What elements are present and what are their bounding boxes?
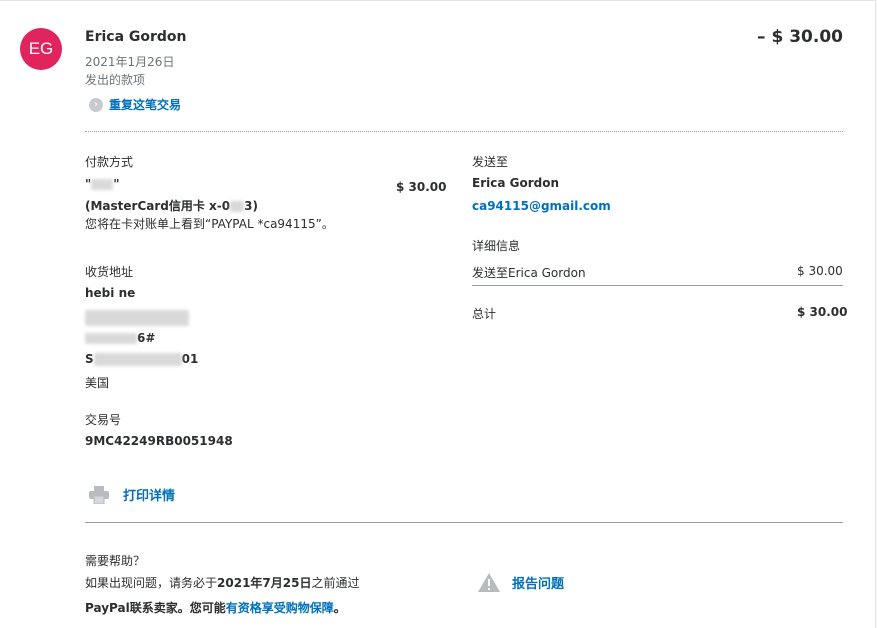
recipient-name: Erica Gordon: [472, 176, 560, 190]
statement-note: 您将在卡对账单上看到“PAYPAL *ca94115”。: [85, 217, 334, 231]
help-line-1: 如果出现问题，请务必于2021年7月25日之前通过: [85, 574, 359, 591]
payment-method-label: 付款方式: [85, 155, 134, 169]
transaction-id-label: 交易号: [85, 413, 122, 427]
sent-to-label: 发送至: [472, 155, 509, 169]
payment-source-suffix: ": [113, 177, 120, 191]
help-title: 需要帮助？: [85, 554, 146, 568]
redacted-text: [93, 353, 182, 366]
transaction-details-panel: EG Erica Gordon 2021年1月26日 发出的款项 – $ 30.…: [0, 0, 876, 628]
details-line-label: 发送至Erica Gordon: [472, 266, 586, 280]
card-info-prefix: (MasterCard信用卡 x-0: [85, 199, 231, 213]
address-line-4-prefix: S: [85, 352, 94, 366]
print-details-label: 打印详情: [123, 489, 176, 504]
help-line-1-tail: 之前通过: [311, 576, 360, 590]
transaction-type: 发出的款项: [85, 73, 146, 87]
warning-icon: [478, 573, 500, 592]
redacted-text: [230, 201, 245, 212]
transaction-date: 2021年1月26日: [85, 55, 175, 69]
details-divider: [472, 285, 843, 286]
address-line-4: S 01: [85, 352, 198, 366]
chevron-right-icon: ›: [89, 97, 103, 112]
repeat-transaction-label: 重复这笔交易: [109, 98, 182, 112]
help-deadline-date: 2021年7月25日: [217, 576, 312, 590]
redacted-text: [85, 309, 189, 326]
repeat-transaction-link[interactable]: › 重复这笔交易: [89, 96, 181, 113]
total-amount: $ 30.00: [797, 305, 848, 319]
payment-source: " ": [85, 177, 120, 191]
transaction-amount: – $ 30.00: [757, 27, 843, 47]
printer-icon: [89, 485, 109, 504]
details-label: 详细信息: [472, 239, 521, 253]
counterparty-name: Erica Gordon: [85, 29, 187, 45]
address-line-4-suffix: 01: [181, 352, 199, 366]
address-line-3-suffix: 6#: [137, 331, 156, 345]
section-divider: [85, 131, 843, 132]
address-country: 美国: [85, 376, 110, 390]
avatar: EG: [20, 28, 62, 70]
redacted-text: [85, 333, 137, 344]
help-line-2-text: PayPal联系卖家。您可能: [85, 601, 226, 615]
card-info-suffix: 3): [244, 199, 258, 213]
help-line-2-tail: 。: [333, 601, 346, 615]
help-line-1-text: 如果出现问题，请务必于: [85, 576, 218, 590]
shipping-address-label: 收货地址: [85, 265, 134, 279]
purchase-protection-link[interactable]: 有资格享受购物保障: [226, 601, 334, 615]
payment-amount: $ 30.00: [396, 180, 447, 194]
footer-divider: [85, 522, 843, 523]
address-line-3: 6#: [85, 331, 155, 345]
report-problem-link[interactable]: 报告问题: [478, 573, 564, 592]
redacted-text: [91, 179, 114, 190]
transaction-id: 9MC42249RB0051948: [85, 434, 233, 448]
details-line-amount: $ 30.00: [797, 264, 843, 278]
card-info: (MasterCard信用卡 x-0 3): [85, 197, 258, 214]
address-line-2: [85, 307, 189, 326]
address-line-1: hebi ne: [85, 286, 136, 300]
print-details-link[interactable]: 打印详情: [89, 485, 175, 504]
total-label: 总计: [472, 307, 497, 321]
report-problem-label: 报告问题: [512, 577, 565, 592]
help-line-2: PayPal联系卖家。您可能有资格享受购物保障。: [85, 599, 346, 616]
recipient-email[interactable]: ca94115@gmail.com: [472, 199, 611, 213]
